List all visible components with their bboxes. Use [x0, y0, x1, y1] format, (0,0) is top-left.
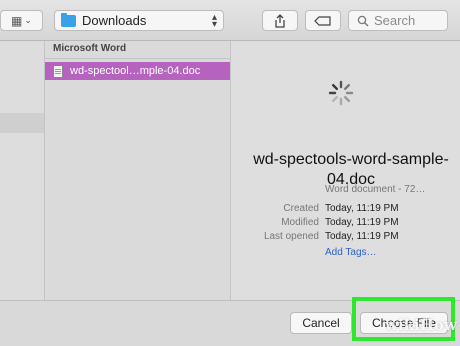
location-popup[interactable]: Downloads ▴ ▾ [54, 10, 224, 31]
tag-icon [314, 15, 331, 26]
search-icon [357, 15, 369, 26]
last-opened-value: Today, 11:19 PM [325, 231, 399, 242]
view-options-button[interactable]: ▦ ⌄ [0, 10, 43, 31]
chevron-down-icon: ⌄ [24, 15, 32, 25]
add-tags-link[interactable]: Add Tags… [325, 247, 377, 258]
document-icon [53, 64, 63, 78]
search-field[interactable]: Search [348, 10, 448, 31]
file-row-selected[interactable]: wd-spectool…mple-04.doc [45, 62, 230, 80]
preview-pane: wd-spectools-word-sample-04.doc Word doc… [231, 41, 460, 300]
location-label: Downloads [82, 13, 147, 28]
updown-arrows-icon: ▴ ▾ [211, 11, 217, 30]
wikihow-watermark: wikiHow [385, 316, 457, 334]
file-name: wd-spectool…mple-04.doc [70, 65, 201, 77]
folder-icon [61, 12, 76, 27]
sidebar [0, 41, 45, 300]
modified-label: Modified [281, 217, 319, 228]
last-opened-label: Last opened [263, 231, 319, 242]
share-button[interactable] [262, 10, 298, 31]
toolbar: ▦ ⌄ Downloads ▴ ▾ Search [0, 0, 460, 41]
column-header: Microsoft Word [53, 43, 127, 54]
grid-view-icon: ▦ [11, 13, 22, 28]
column-divider [45, 58, 230, 59]
sidebar-item[interactable] [0, 113, 44, 133]
cancel-button[interactable]: Cancel [290, 312, 352, 334]
created-value: Today, 11:19 PM [325, 203, 399, 214]
share-icon [275, 13, 285, 28]
file-kind: Word document - 72… [325, 184, 426, 195]
search-placeholder: Search [374, 13, 416, 28]
tags-button[interactable] [305, 10, 341, 31]
loading-spinner-icon [328, 80, 354, 106]
file-column: Microsoft Word wd-spectool…mple-04.doc [45, 41, 231, 300]
modified-value: Today, 11:19 PM [325, 217, 399, 228]
created-label: Created [283, 203, 319, 214]
